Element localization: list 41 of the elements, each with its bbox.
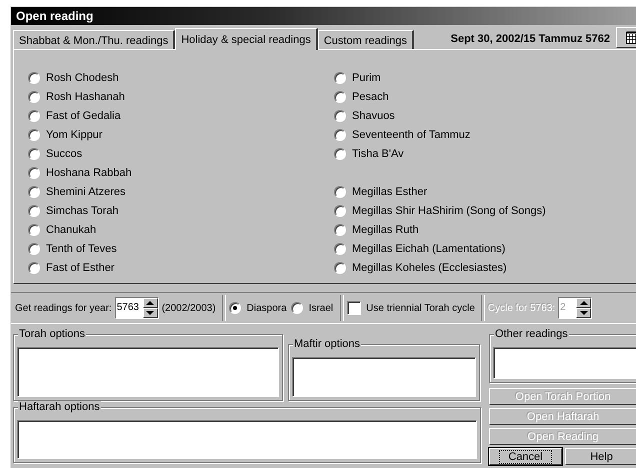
- radio-label[interactable]: Yom Kippur: [46, 128, 102, 140]
- radio-label[interactable]: Megillas Esther: [352, 186, 428, 198]
- button[interactable]: Cancel: [489, 448, 562, 465]
- radio-label[interactable]: Megillas Shir HaShirim (Song of Songs): [352, 204, 546, 216]
- button: Open Haftarah: [489, 408, 636, 425]
- group-title: Other readings: [494, 328, 569, 340]
- radio-label[interactable]: Pesach: [352, 90, 389, 102]
- radio-label[interactable]: Chanukah: [46, 224, 96, 236]
- radio-label[interactable]: Megillas Koheles (Ecclesiastes): [352, 262, 507, 274]
- radio-label[interactable]: Shemini Atzeres: [46, 186, 126, 198]
- radio-label[interactable]: Shavuos: [352, 110, 395, 122]
- group-title: Haftarah options: [18, 401, 101, 413]
- window-title: Open reading: [16, 9, 94, 23]
- button: Open Torah Portion: [489, 388, 636, 405]
- radio-label[interactable]: Tisha B'Av: [352, 148, 404, 160]
- radio-label[interactable]: Purim: [352, 72, 381, 84]
- tab[interactable]: Custom readings: [318, 30, 414, 49]
- button[interactable]: Help: [565, 448, 636, 465]
- group-title: Torah options: [18, 328, 86, 340]
- radio-label[interactable]: Fast of Gedalia: [46, 110, 121, 122]
- radio-label[interactable]: Seventeenth of Tammuz: [352, 128, 470, 140]
- checkbox-label[interactable]: Use triennial Torah cycle: [366, 302, 475, 314]
- button: Open Reading: [489, 428, 636, 445]
- tab[interactable]: Holiday & special readings: [175, 28, 318, 50]
- radio-label[interactable]: Tenth of Teves: [46, 242, 117, 254]
- year-label: Get readings for year:: [15, 302, 112, 314]
- radio-label[interactable]: Hoshana Rabbah: [46, 166, 132, 178]
- date-label: Sept 30, 2002/15 Tammuz 5762: [450, 33, 610, 45]
- radio-label[interactable]: Simchas Torah: [46, 204, 119, 216]
- radio-label[interactable]: Diaspora: [246, 302, 287, 314]
- radio-label[interactable]: Fast of Esther: [46, 262, 114, 274]
- radio-label[interactable]: Rosh Hashanah: [46, 90, 125, 102]
- year-range-label: (2002/2003): [162, 302, 216, 314]
- radio-label[interactable]: Succos: [46, 148, 82, 160]
- group-title: Maftir options: [293, 338, 362, 350]
- radio-label[interactable]: Megillas Eichah (Lamentations): [352, 242, 506, 254]
- radio-label[interactable]: Megillas Ruth: [352, 224, 419, 236]
- radio-label[interactable]: Rosh Chodesh: [46, 72, 119, 84]
- radio-label[interactable]: Israel: [308, 302, 334, 314]
- cycle-label: Cycle for 5763:: [488, 302, 556, 314]
- tab[interactable]: Shabbat & Mon./Thu. readings: [13, 30, 176, 49]
